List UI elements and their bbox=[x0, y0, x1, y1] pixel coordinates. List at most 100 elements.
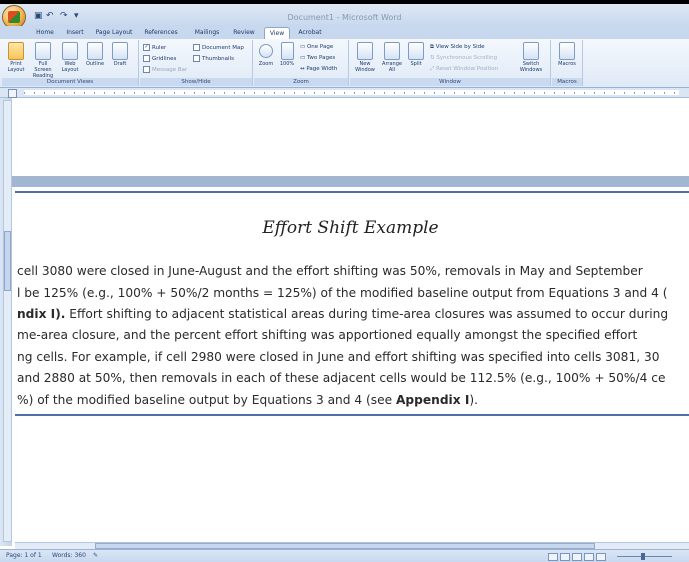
group-window: New Window Arrange All Split ⧉ View Side… bbox=[350, 40, 551, 86]
tab-selector[interactable] bbox=[8, 89, 17, 98]
thumbnails-checkbox[interactable]: Thumbnails bbox=[193, 55, 234, 63]
split-button[interactable]: Split bbox=[406, 42, 426, 67]
print-layout-icon bbox=[8, 42, 24, 60]
full-screen-label: Full Screen Reading bbox=[32, 61, 54, 79]
word-count-status[interactable]: Words: 360 bbox=[52, 552, 86, 559]
web-layout-icon bbox=[62, 42, 78, 60]
ruler-label: Ruler bbox=[152, 45, 167, 51]
reset-window-position-label: Reset Window Position bbox=[436, 66, 499, 72]
group-show-hide: ✓ Ruler Gridlines Message Bar Document Ma… bbox=[140, 40, 253, 86]
new-window-icon bbox=[357, 42, 373, 60]
zoom-100-label: 100% bbox=[279, 61, 295, 67]
switch-windows-label: Switch Windows bbox=[519, 61, 543, 73]
page-current[interactable] bbox=[12, 187, 689, 546]
vertical-scrollbar-thumb[interactable] bbox=[4, 231, 11, 291]
header-rule bbox=[15, 191, 689, 193]
word-window: ▣ ↶ ↷ ▾ Document1 - Microsoft Word Home … bbox=[0, 0, 689, 562]
one-page-label: One Page bbox=[306, 44, 334, 50]
arrange-all-button[interactable]: Arrange All bbox=[380, 42, 404, 73]
group-zoom: Zoom 100% ▭ One Page ▭ Two Pages ↔ Page … bbox=[254, 40, 349, 86]
full-screen-reading-button[interactable]: Full Screen Reading bbox=[30, 42, 56, 79]
bold-reference: ndix I). bbox=[17, 307, 66, 321]
print-layout-button[interactable]: Print Layout bbox=[5, 42, 27, 73]
thumbnails-label: Thumbnails bbox=[202, 56, 234, 62]
text-span: ). bbox=[469, 393, 479, 407]
gridlines-checkbox[interactable]: Gridlines bbox=[143, 55, 176, 63]
outline-view-icon[interactable] bbox=[584, 553, 594, 561]
two-pages-button[interactable]: ▭ Two Pages bbox=[300, 55, 335, 62]
macros-button[interactable]: Macros bbox=[555, 42, 579, 67]
zoom-slider-knob[interactable] bbox=[641, 553, 645, 560]
zoom-100-button[interactable]: 100% bbox=[278, 42, 296, 67]
arrange-all-label: Arrange All bbox=[382, 61, 402, 73]
status-bar: Page: 1 of 1 Words: 360 ✎ bbox=[0, 549, 689, 562]
view-side-by-side-button[interactable]: ⧉ View Side by Side bbox=[430, 44, 485, 51]
print-layout-view-icon[interactable] bbox=[548, 553, 558, 561]
synchronous-scrolling-button[interactable]: ⇅ Synchronous Scrolling bbox=[430, 55, 497, 62]
one-page-button[interactable]: ▭ One Page bbox=[300, 44, 333, 51]
page-width-label: Page Width bbox=[306, 66, 338, 72]
zoom-button[interactable]: Zoom bbox=[256, 42, 276, 67]
zoom-slider[interactable] bbox=[617, 553, 672, 560]
tab-mailings[interactable]: Mailings bbox=[190, 27, 224, 39]
tab-home[interactable]: Home bbox=[32, 27, 58, 39]
draft-view-icon[interactable] bbox=[596, 553, 606, 561]
bold-reference: Appendix I bbox=[396, 393, 470, 407]
ruler-checkbox[interactable]: ✓ Ruler bbox=[143, 44, 166, 52]
group-label-window: Window bbox=[350, 78, 550, 86]
tab-references[interactable]: References bbox=[142, 27, 180, 39]
split-icon bbox=[408, 42, 424, 60]
section-rule bbox=[15, 414, 689, 416]
switch-windows-button[interactable]: Switch Windows bbox=[516, 42, 546, 73]
proofing-icon[interactable]: ✎ bbox=[93, 552, 98, 559]
page-previous bbox=[12, 98, 689, 177]
tab-insert[interactable]: Insert bbox=[62, 27, 88, 39]
reset-window-position-button[interactable]: ⤢ Reset Window Position bbox=[430, 66, 498, 73]
checkbox-icon bbox=[143, 66, 150, 73]
outline-button[interactable]: Outline bbox=[84, 42, 106, 67]
web-layout-button[interactable]: Web Layout bbox=[59, 42, 81, 73]
document-map-checkbox[interactable]: Document Map bbox=[193, 44, 244, 52]
draft-icon bbox=[112, 42, 128, 60]
tab-review[interactable]: Review bbox=[230, 27, 258, 39]
ribbon: Print Layout Full Screen Reading Web Lay… bbox=[0, 39, 689, 88]
message-bar-checkbox[interactable]: Message Bar bbox=[143, 66, 187, 74]
draft-label: Draft bbox=[113, 61, 127, 67]
text-span: Effort shifting to adjacent statistical … bbox=[65, 307, 669, 321]
group-label-document-views: Document Views bbox=[2, 78, 138, 86]
text-line: cell 3080 were closed in June-August and… bbox=[17, 264, 643, 278]
group-macros: Macros Macros bbox=[552, 40, 583, 86]
page-100-icon bbox=[280, 42, 294, 60]
document-heading: Effort Shift Example bbox=[262, 218, 439, 238]
web-layout-view-icon[interactable] bbox=[572, 553, 582, 561]
checkbox-icon bbox=[143, 55, 150, 62]
tab-page-layout[interactable]: Page Layout bbox=[94, 27, 134, 39]
text-span: %) of the modified baseline output by Eq… bbox=[17, 393, 396, 407]
vertical-scrollbar[interactable] bbox=[3, 100, 12, 542]
tab-acrobat[interactable]: Acrobat bbox=[294, 27, 326, 39]
print-layout-label: Print Layout bbox=[7, 61, 25, 73]
text-line: and 2880 at 50%, then removals in each o… bbox=[17, 371, 666, 385]
checkbox-checked-icon: ✓ bbox=[143, 44, 150, 51]
switch-windows-icon bbox=[523, 42, 539, 60]
group-label-macros: Macros bbox=[552, 78, 582, 86]
title-bar: ▣ ↶ ↷ ▾ Document1 - Microsoft Word bbox=[0, 4, 689, 26]
outline-icon bbox=[87, 42, 103, 60]
text-line: %) of the modified baseline output by Eq… bbox=[17, 393, 478, 407]
horizontal-ruler[interactable] bbox=[0, 88, 689, 98]
synchronous-scrolling-label: Synchronous Scrolling bbox=[436, 55, 498, 61]
office-button[interactable] bbox=[3, 6, 25, 28]
group-document-views: Print Layout Full Screen Reading Web Lay… bbox=[2, 40, 139, 86]
full-screen-view-icon[interactable] bbox=[560, 553, 570, 561]
page-width-button[interactable]: ↔ Page Width bbox=[300, 66, 337, 73]
new-window-button[interactable]: New Window bbox=[353, 42, 377, 73]
message-bar-label: Message Bar bbox=[152, 67, 188, 73]
draft-button[interactable]: Draft bbox=[109, 42, 131, 67]
split-label: Split bbox=[410, 61, 422, 67]
page-gap bbox=[12, 176, 689, 187]
page-count-status[interactable]: Page: 1 of 1 bbox=[6, 552, 42, 559]
web-layout-label: Web Layout bbox=[61, 61, 79, 73]
text-line: ndix I). Effort shifting to adjacent sta… bbox=[17, 307, 668, 321]
magnifier-icon bbox=[259, 44, 273, 58]
two-pages-label: Two Pages bbox=[306, 55, 336, 61]
